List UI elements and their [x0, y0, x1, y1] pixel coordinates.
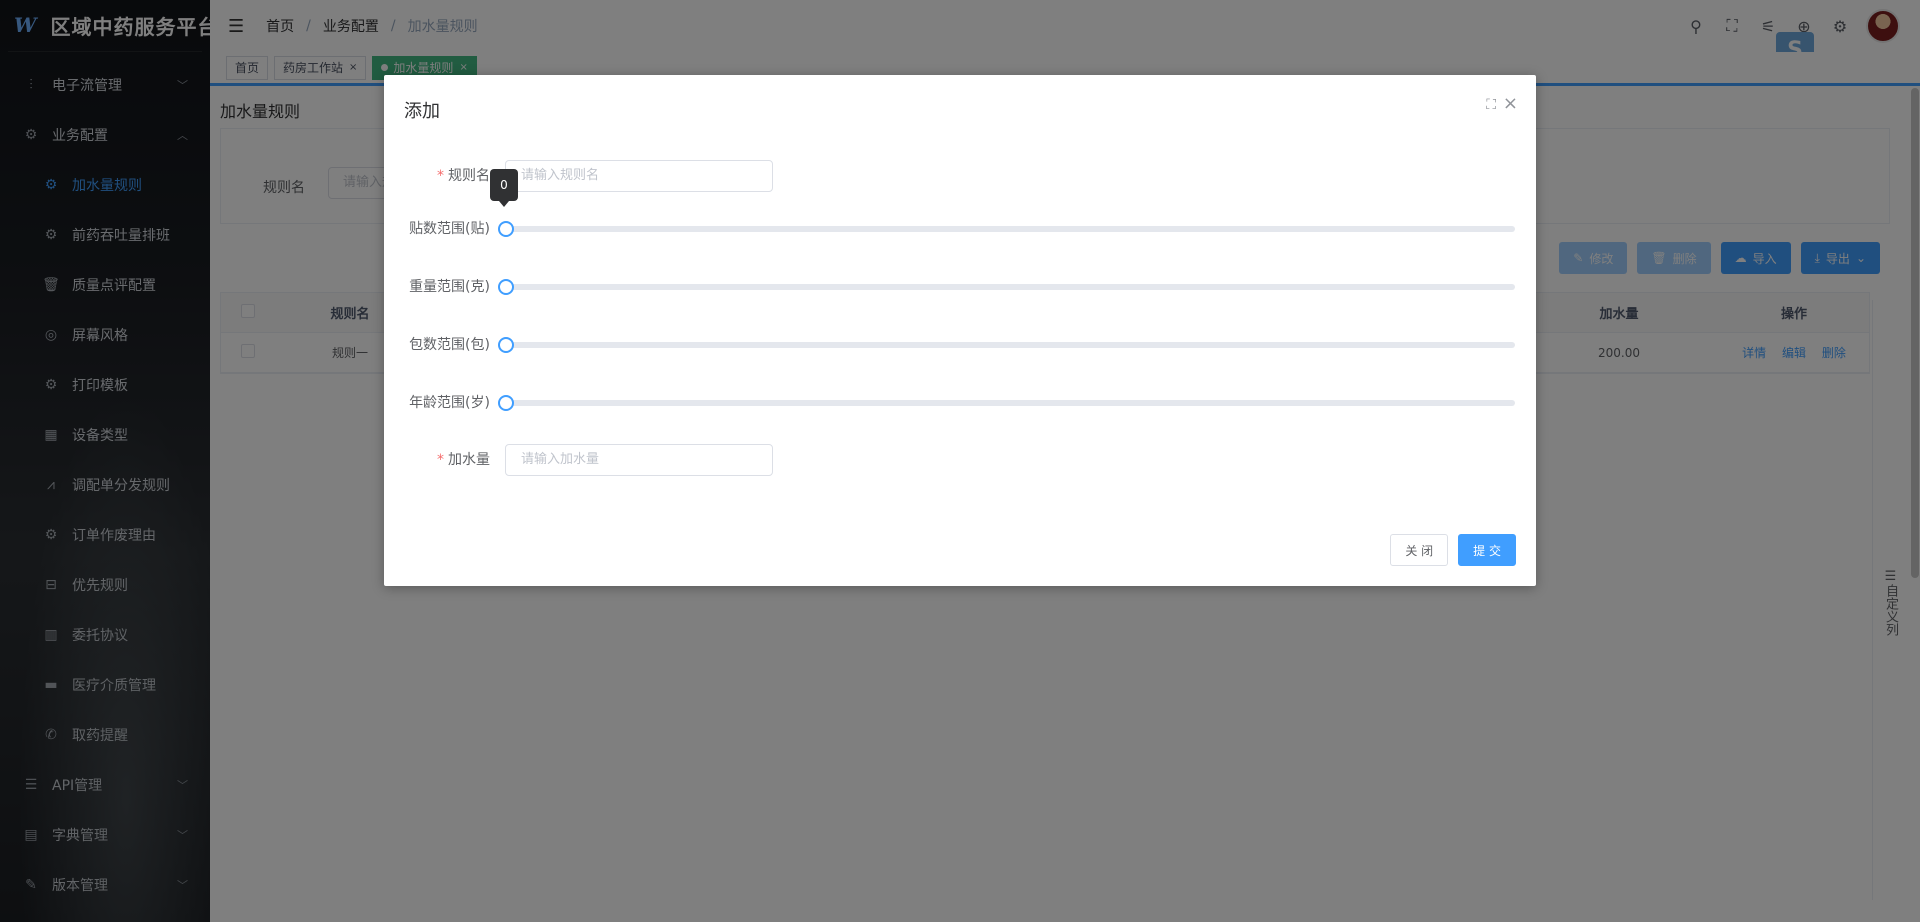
required-mark: * — [437, 168, 444, 184]
weight-range-slider[interactable] — [505, 284, 1515, 290]
submit-button[interactable]: 提 交 — [1458, 534, 1516, 566]
water-label: * 加水量 — [437, 452, 490, 468]
pack-range-label: 包数范围(包) — [409, 337, 490, 353]
form-item-dose-range: 贴数范围(贴) 0 — [384, 169, 1536, 245]
weight-range-slider-handle[interactable] — [498, 279, 514, 295]
form-item-age-range: 年龄范围(岁) — [384, 387, 1536, 419]
form-item-rule-name: * 规则名 请输入规则名 — [384, 160, 1536, 192]
age-range-slider-handle[interactable] — [498, 395, 514, 411]
weight-range-label: 重量范围(克) — [409, 279, 490, 295]
add-dialog: 添加 ⛶ × * 规则名 请输入规则名 贴数范围(贴) 0 重量范围(克) 包数范… — [384, 75, 1536, 586]
close-icon[interactable]: × — [1503, 93, 1518, 114]
age-range-slider[interactable] — [505, 400, 1515, 406]
fullscreen-icon[interactable]: ⛶ — [1486, 97, 1496, 113]
form-item-water: * 加水量 请输入加水量 — [384, 444, 1536, 476]
slider-tooltip: 0 — [490, 169, 518, 207]
pack-range-slider[interactable] — [505, 342, 1515, 348]
rule-name-label: * 规则名 — [437, 168, 490, 184]
rule-name-input[interactable]: 请输入规则名 — [505, 160, 773, 192]
required-mark: * — [437, 452, 444, 468]
dose-range-slider[interactable] — [505, 226, 1515, 232]
dialog-title: 添加 — [404, 101, 440, 122]
dose-range-label: 贴数范围(贴) — [409, 221, 490, 237]
age-range-label: 年龄范围(岁) — [409, 395, 490, 411]
dose-range-slider-handle[interactable] — [498, 221, 514, 237]
form-item-pack-range: 包数范围(包) — [384, 329, 1536, 361]
close-button[interactable]: 关 闭 — [1390, 534, 1449, 566]
pack-range-slider-handle[interactable] — [498, 337, 514, 353]
water-input[interactable]: 请输入加水量 — [505, 444, 773, 476]
dialog-footer: 关 闭 提 交 — [1380, 534, 1516, 566]
form-item-weight-range: 重量范围(克) — [384, 271, 1536, 303]
